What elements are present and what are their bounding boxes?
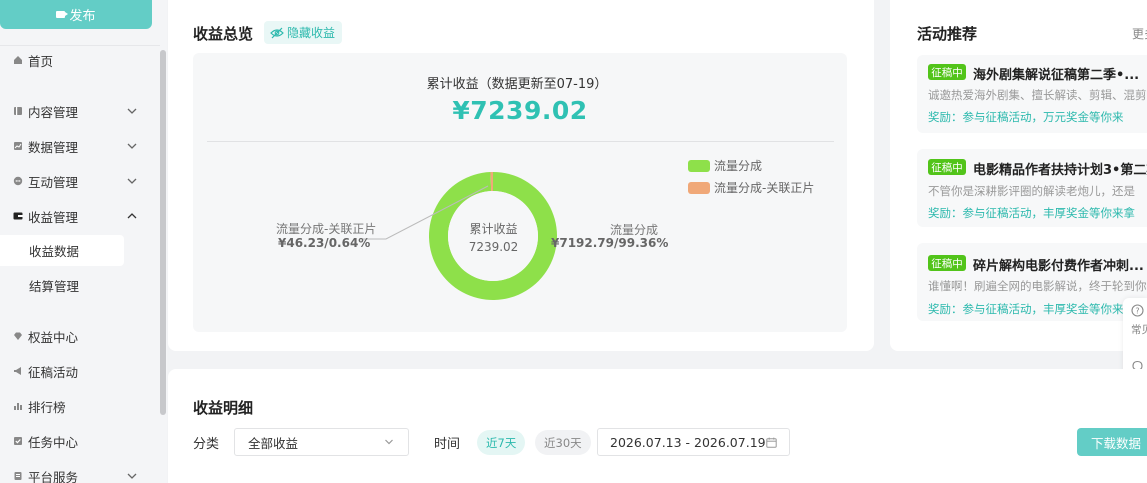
- total-revenue-value: ¥7239.02: [452, 96, 588, 125]
- publish-button[interactable]: 发布: [0, 0, 152, 29]
- date-range-value: 2026.07.13 - 2026.07.19: [610, 434, 766, 450]
- activity-item-desc: 不管你是深耕影评圈的解读老炮儿，还是: [928, 184, 1135, 198]
- sidebar-item-tasks[interactable]: 任务中心: [0, 426, 152, 456]
- slice-leader-line: [362, 185, 489, 240]
- revenue-detail-card: [168, 369, 1147, 483]
- activity-item[interactable]: 征稿中 碎片解构电影付费作者冲刺... 谁懂啊！刷遍全网的电影解说，终于轮到你 …: [917, 243, 1147, 321]
- more-link[interactable]: 更多: [1132, 25, 1147, 42]
- category-label: 分类: [193, 437, 220, 452]
- sidebar-item-interaction[interactable]: 互动管理: [0, 166, 152, 196]
- chat-icon: [13, 176, 23, 186]
- legend-item-traffic[interactable]: 流量分成: [688, 157, 762, 174]
- megaphone-icon: [13, 366, 23, 376]
- checkbox-icon: [13, 436, 23, 446]
- chevron-up-icon: [127, 213, 137, 219]
- time-label: 时间: [434, 437, 461, 452]
- video-camera-icon: [56, 11, 69, 18]
- activity-item[interactable]: 征稿中 海外剧集解说征稿第二季•... 诚邀热爱海外剧集、擅长解读、剪辑、混剪 …: [917, 55, 1147, 133]
- sidebar-item-submissions[interactable]: 征稿活动: [0, 356, 152, 386]
- sidebar-item-label: 排行榜: [28, 399, 66, 415]
- bar-chart-icon: [13, 401, 23, 411]
- sidebar-subitem-revenue-data[interactable]: 收益数据: [0, 235, 124, 266]
- activity-item[interactable]: 征稿中 电影精品作者扶持计划3•第二期 不管你是深耕影评圈的解读老炮儿，还是 奖…: [917, 149, 1147, 227]
- chevron-down-icon: [127, 473, 137, 479]
- range-30-days[interactable]: 近30天: [535, 430, 591, 455]
- sidebar-item-label: 平台服务: [28, 469, 79, 483]
- legend-label: 流量分成-关联正片: [714, 181, 815, 195]
- sidebar-subitem-settlement[interactable]: 结算管理: [0, 270, 124, 301]
- activity-item-title: 电影精品作者扶持计划3•第二期: [973, 163, 1147, 178]
- slice-label-traffic-value: ¥7192.79/99.36%: [551, 236, 669, 250]
- sidebar-item-label: 任务中心: [28, 434, 79, 450]
- category-select[interactable]: 全部收益: [234, 428, 409, 456]
- hide-revenue-label: 隐藏收益: [287, 26, 336, 40]
- download-data-button[interactable]: 下载数据: [1077, 428, 1147, 456]
- sidebar-item-label: 权益中心: [28, 329, 79, 345]
- help-icon[interactable]: ?: [1131, 304, 1144, 317]
- chevron-down-icon: [385, 439, 393, 445]
- sidebar-item-label: 收益管理: [28, 209, 79, 225]
- sidebar-item-label: 首页: [28, 53, 54, 69]
- activity-title: 活动推荐: [917, 25, 978, 43]
- slice-label-linked-name: 流量分成-关联正片: [276, 222, 377, 236]
- legend-swatch: [688, 181, 710, 194]
- sidebar-item-label: 征稿活动: [28, 364, 79, 380]
- activity-item-title: 海外剧集解说征稿第二季•...: [973, 68, 1140, 83]
- panel-divider: [207, 141, 834, 142]
- legend-item-linked[interactable]: 流量分成-关联正片: [688, 179, 814, 196]
- status-badge: 征稿中: [928, 64, 966, 80]
- sidebar-item-services[interactable]: 平台服务: [0, 461, 152, 483]
- diamond-icon: [13, 331, 23, 341]
- svg-text:?: ?: [1135, 307, 1139, 316]
- activity-item-reward: 奖励：参与征稿活动，丰厚奖金等你来拿: [928, 206, 1135, 220]
- calendar-icon: [766, 437, 777, 448]
- data-icon: [13, 141, 23, 151]
- activity-item-title: 碎片解构电影付费作者冲刺...: [973, 259, 1144, 274]
- sidebar-item-revenue[interactable]: 收益管理: [0, 201, 152, 231]
- sidebar-item-data[interactable]: 数据管理: [0, 131, 152, 161]
- chevron-down-icon: [127, 178, 137, 184]
- service-icon: [13, 471, 23, 481]
- eye-off-icon: [270, 27, 284, 38]
- home-icon: [13, 55, 23, 65]
- sidebar-item-ranking[interactable]: 排行榜: [0, 391, 152, 421]
- sidebar-item-label: 互动管理: [28, 174, 79, 190]
- activity-item-desc: 谁懂啊！刷遍全网的电影解说，终于轮到你: [928, 279, 1147, 293]
- sidebar-item-benefits[interactable]: 权益中心: [0, 321, 152, 351]
- chevron-down-icon: [127, 143, 137, 149]
- overview-title: 收益总览: [193, 25, 254, 43]
- sidebar-subitem-label: 收益数据: [29, 244, 80, 259]
- activity-item-desc: 诚邀热爱海外剧集、擅长解读、剪辑、混剪: [928, 88, 1147, 102]
- slice-label-linked-value: ¥46.23/0.64%: [278, 236, 371, 250]
- activity-item-reward: 奖励：参与征稿活动，丰厚奖金等你来: [928, 302, 1124, 316]
- legend-swatch: [688, 159, 710, 172]
- faq-label[interactable]: 常见问题: [1131, 322, 1147, 337]
- category-value: 全部收益: [248, 435, 299, 451]
- sidebar-item-home[interactable]: 首页: [0, 45, 152, 75]
- wallet-icon: [13, 211, 23, 221]
- status-badge: 征稿中: [928, 159, 966, 175]
- detail-title: 收益明细: [193, 399, 254, 417]
- hide-revenue-toggle[interactable]: 隐藏收益: [264, 21, 343, 44]
- activity-item-reward: 奖励：参与征稿活动，万元奖金等你来: [928, 110, 1124, 124]
- range-7-days[interactable]: 近7天: [477, 430, 526, 455]
- date-range-picker[interactable]: 2026.07.13 - 2026.07.19: [597, 428, 790, 456]
- sidebar-item-label: 数据管理: [28, 139, 79, 155]
- legend-label: 流量分成: [714, 159, 763, 173]
- sidebar-subitem-label: 结算管理: [29, 279, 80, 294]
- total-revenue-label: 累计收益（数据更新至07-19）: [426, 77, 608, 92]
- status-badge: 征稿中: [928, 255, 966, 271]
- publish-label: 发布: [69, 9, 96, 24]
